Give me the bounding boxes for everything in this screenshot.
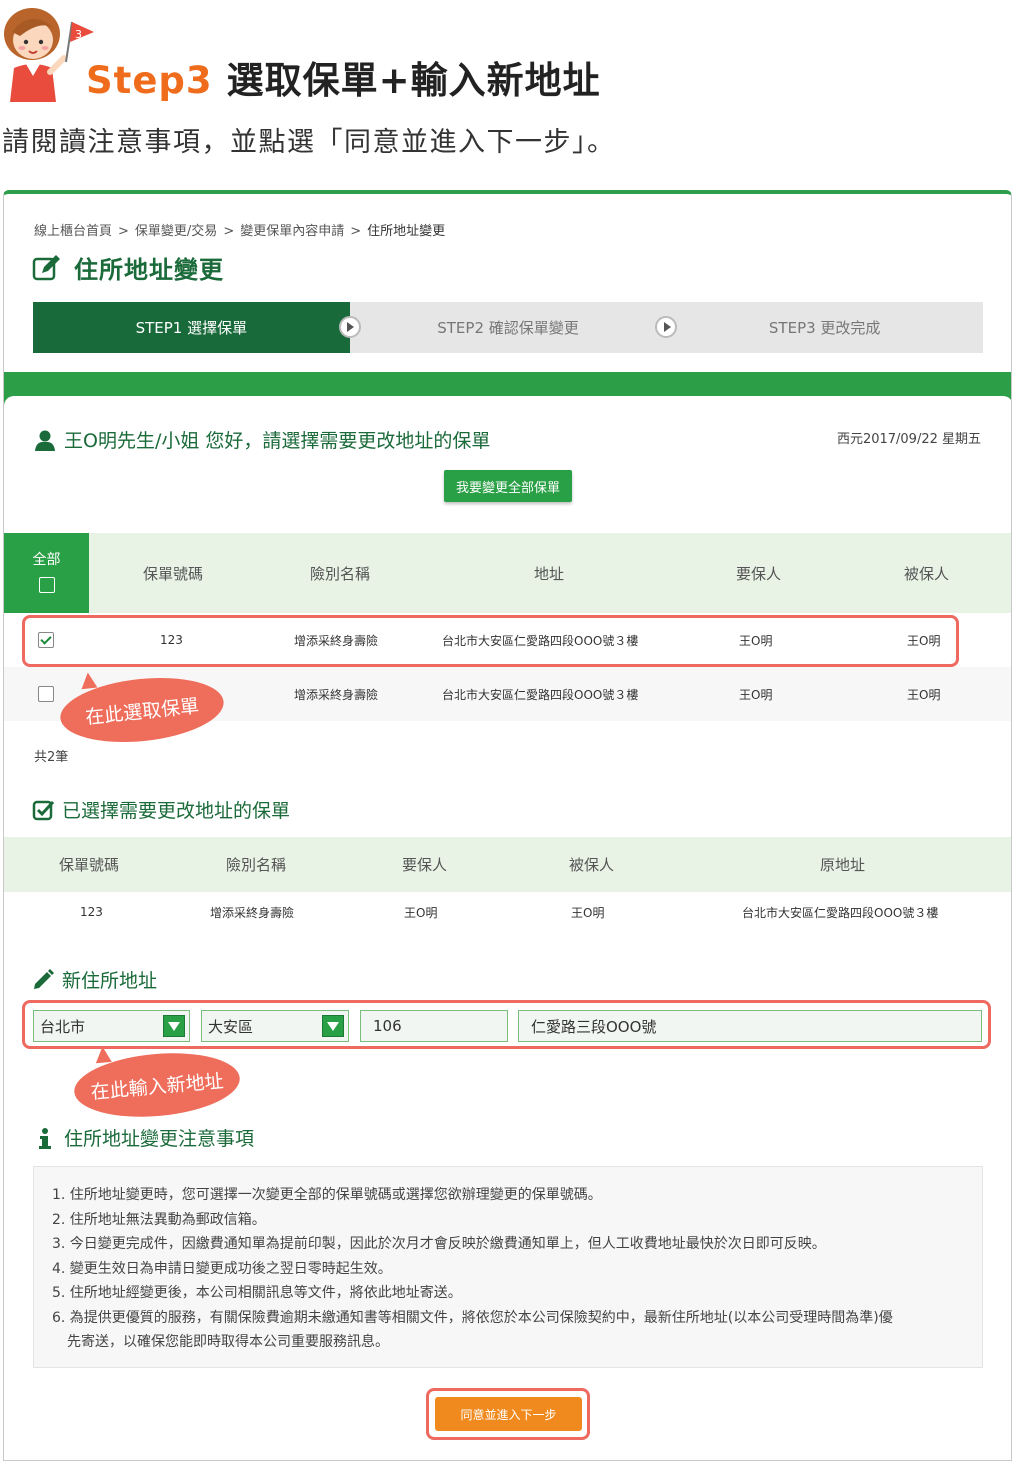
policy-table-header: 全部 保單號碼 險別名稱 地址 要保人 被保人 (4, 533, 1011, 613)
note-line: 6. 為提供更優質的服務，有關保險費逾期未繳通知書等相關文件，將依您於本公司保險… (52, 1309, 893, 1326)
step-3: STEP3 更改完成 (666, 302, 984, 353)
page-title: 住所地址變更 (32, 250, 224, 285)
greeting-text: 王O明先生/小姐 您好，請選擇需要更改地址的保單 (64, 430, 491, 452)
checkbox-checked-icon (32, 800, 54, 820)
breadcrumb-change-request[interactable]: 變更保單內容申請 (240, 224, 344, 239)
current-date: 西元2017/09/22 星期五 (836, 432, 981, 447)
tutorial-description: 請閱讀注意事項，並點選「同意並進入下一步」。 (2, 127, 616, 158)
pencil-icon (34, 968, 54, 989)
row-applicant: 王O明 (739, 687, 773, 702)
row-insured: 王O明 (571, 905, 605, 920)
breadcrumb-home[interactable]: 線上櫃台首頁 (34, 224, 112, 239)
col-policy-no: 保單號碼 (143, 564, 204, 583)
select-all-cell[interactable]: 全部 (4, 533, 89, 613)
greeting: 王O明先生/小姐 您好，請選擇需要更改地址的保單 (34, 426, 490, 453)
record-count: 共2筆 (34, 750, 69, 765)
selected-section-title: 已選擇需要更改地址的保單 (32, 796, 290, 823)
note-line: 先寄送，以確保您能即時取得本公司重要服務訊息。 (67, 1334, 389, 1350)
row-policy-no: 123 (80, 905, 103, 919)
col-old-address: 原地址 (820, 856, 866, 874)
col-insured: 被保人 (904, 564, 950, 583)
edit-icon (32, 254, 60, 280)
user-icon (35, 430, 55, 451)
step-2: STEP2 確認保單變更 (349, 302, 678, 353)
progress-stepper: STEP1 選擇保單 STEP2 確認保單變更 STEP3 更改完成 (33, 302, 984, 353)
step-title-text: 選取保單+輸入新地址 (226, 59, 601, 102)
col-product: 險別名稱 (226, 856, 287, 874)
col-applicant: 要保人 (402, 856, 448, 874)
callout-enter-address: 在此輸入新地址 (71, 1045, 243, 1124)
highlight-box-address (22, 1000, 991, 1049)
breadcrumb-policy-change[interactable]: 保單變更/交易 (135, 224, 217, 239)
tutorial-header: 3 Step3 選取保單+輸入新地址 請閱讀注意事項，並點選「同意並進入下一步」。 (0, 0, 1013, 180)
callout-select-policy: 在此選取保單 (57, 670, 227, 750)
breadcrumb: 線上櫃台首頁 > 保單變更/交易 > 變更保單內容申請 > 住所地址變更 (34, 224, 446, 239)
mascot-illustration: 3 (4, 8, 94, 102)
note-line: 1. 住所地址變更時，您可選擇一次變更全部的保單號碼或選擇您欲辦理變更的保單號碼… (52, 1187, 602, 1203)
change-all-policies-button[interactable]: 我要變更全部保單 (444, 470, 572, 502)
note-line: 2. 住所地址無法異動為郵政信箱。 (52, 1211, 266, 1228)
selected-table-header: 保單號碼 險別名稱 要保人 被保人 原地址 (4, 837, 1011, 892)
col-policy-no: 保單號碼 (59, 856, 120, 874)
note-line: 3. 今日變更完成件，因繳費通知單為提前印製，因此於次月才會反映於繳費通知單上，… (52, 1236, 826, 1252)
step-1: STEP1 選擇保單 (33, 302, 361, 353)
screenshot-frame: 線上櫃台首頁 > 保單變更/交易 > 變更保單內容申請 > 住所地址變更 住所地址變更 ST… (3, 190, 1012, 1461)
col-applicant: 要保人 (736, 564, 782, 583)
info-icon (39, 1127, 51, 1149)
agree-next-button[interactable]: 同意並進入下一步 (435, 1397, 582, 1431)
note-line: 4. 變更生效日為申請日變更成功後之翌日零時起生效。 (52, 1260, 392, 1277)
row-product: 增添采終身壽險 (210, 905, 295, 920)
col-address: 地址 (534, 564, 565, 583)
highlight-box-policy (22, 615, 959, 667)
note-line: 5. 住所地址經變更後，本公司相關訊息等文件，將依此地址寄送。 (52, 1285, 462, 1301)
row-insured: 王O明 (907, 687, 941, 702)
new-address-title: 新住所地址 (32, 966, 157, 993)
select-all-checkbox[interactable] (38, 577, 55, 593)
row-checkbox[interactable] (38, 686, 54, 702)
col-insured: 被保人 (569, 856, 615, 874)
notes-title: 住所地址變更注意事項 (34, 1124, 254, 1151)
green-divider-band (4, 372, 1011, 410)
page-title-text: 住所地址變更 (74, 256, 224, 284)
selected-table-row: 123 增添采終身壽險 王O明 王O明 台北市大安區仁愛路四段OOO號３樓 (4, 885, 1011, 939)
notes-panel: 1. 住所地址變更時，您可選擇一次變更全部的保單號碼或選擇您欲辦理變更的保單號碼… (33, 1166, 983, 1368)
row-old-address: 台北市大安區仁愛路四段OOO號３樓 (742, 905, 939, 920)
svg-text:3: 3 (75, 28, 82, 41)
row-address: 台北市大安區仁愛路四段OOO號３樓 (442, 687, 639, 702)
row-product: 增添采終身壽險 (294, 687, 379, 702)
col-product: 險別名稱 (310, 564, 371, 583)
step-label: Step3 (86, 59, 213, 102)
tutorial-title: Step3 選取保單+輸入新地址 (86, 50, 601, 104)
step-arrow-icon (338, 316, 361, 338)
breadcrumb-current: 住所地址變更 (367, 224, 446, 239)
select-all-label: 全部 (32, 552, 61, 568)
row-applicant: 王O明 (404, 905, 438, 920)
